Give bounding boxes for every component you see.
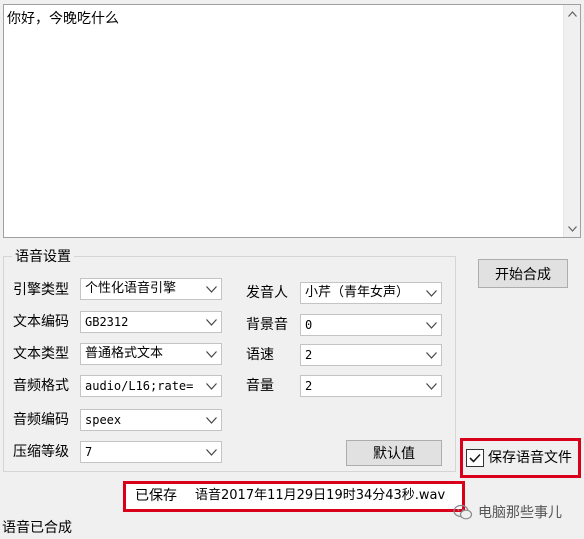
speaker-select[interactable]: 小芹（青年女声） [300,282,442,304]
vertical-scrollbar[interactable] [563,5,580,237]
audio-format-select[interactable]: audio/L16;rate= [80,375,222,397]
audio-codec-value: speex [85,413,122,427]
synthesis-text-input[interactable]: 你好，今晚吃什么 [3,4,581,238]
saved-file-highlight: 已保存 语音2017年11月29日19时34分43秒.wav [123,481,465,512]
saved-filename: 语音2017年11月29日19时34分43秒.wav [195,488,446,503]
volume-value: 2 [305,379,313,393]
speed-select[interactable]: 2 [300,344,442,366]
text-encoding-select[interactable]: GB2312 [80,311,222,333]
chevron-down-icon [201,344,221,364]
text-type-select[interactable]: 普通格式文本 [80,343,222,365]
background-sound-select[interactable]: 0 [300,314,442,336]
saved-prefix: 已保存 [135,488,177,504]
save-file-label: 保存语音文件 [488,450,572,466]
background-sound-value: 0 [305,318,313,332]
chevron-down-icon [421,376,441,396]
engine-type-label: 引擎类型 [13,282,69,298]
scroll-up-icon[interactable] [564,5,581,22]
chevron-down-icon [201,312,221,332]
watermark: 电脑那些事儿 [453,502,562,522]
engine-type-value: 个性化语音引擎 [85,281,177,296]
chevron-down-icon [421,345,441,365]
audio-format-value: audio/L16;rate= [85,379,194,393]
volume-label: 音量 [246,378,274,394]
chevron-down-icon [201,279,221,299]
speed-label: 语速 [246,347,274,363]
save-file-checkbox[interactable] [466,449,484,467]
engine-type-select[interactable]: 个性化语音引擎 [80,278,222,300]
audio-codec-select[interactable]: speex [80,409,222,431]
text-encoding-value: GB2312 [85,315,129,329]
chevron-down-icon [201,410,221,430]
voice-settings-title: 语音设置 [12,248,74,266]
default-button[interactable]: 默认值 [346,440,442,466]
text-encoding-label: 文本编码 [13,314,69,330]
audio-format-label: 音频格式 [13,378,69,394]
chevron-down-icon [201,442,221,462]
synthesis-text-value: 你好，今晚吃什么 [7,11,119,27]
volume-select[interactable]: 2 [300,375,442,397]
chevron-down-icon [421,283,441,303]
watermark-text: 电脑那些事儿 [478,505,562,521]
save-file-highlight: 保存语音文件 [460,438,581,478]
text-type-label: 文本类型 [13,346,69,362]
checkmark-icon [469,453,481,463]
audio-codec-label: 音频编码 [13,412,69,428]
scroll-down-icon[interactable] [564,220,581,237]
background-sound-label: 背景音 [246,317,288,333]
compress-level-value: 7 [85,445,93,459]
speaker-value: 小芹（青年女声） [305,285,410,300]
text-type-value: 普通格式文本 [85,346,164,361]
chevron-down-icon [201,376,221,396]
wechat-icon [453,504,473,519]
save-file-checkbox-row[interactable]: 保存语音文件 [466,449,572,467]
compress-level-select[interactable]: 7 [80,441,222,463]
compress-level-label: 压缩等级 [13,444,69,460]
speed-value: 2 [305,348,313,362]
status-text: 语音已合成 [2,520,72,536]
speaker-label: 发音人 [246,285,288,301]
chevron-down-icon [421,315,441,335]
start-synthesis-button[interactable]: 开始合成 [478,259,568,288]
